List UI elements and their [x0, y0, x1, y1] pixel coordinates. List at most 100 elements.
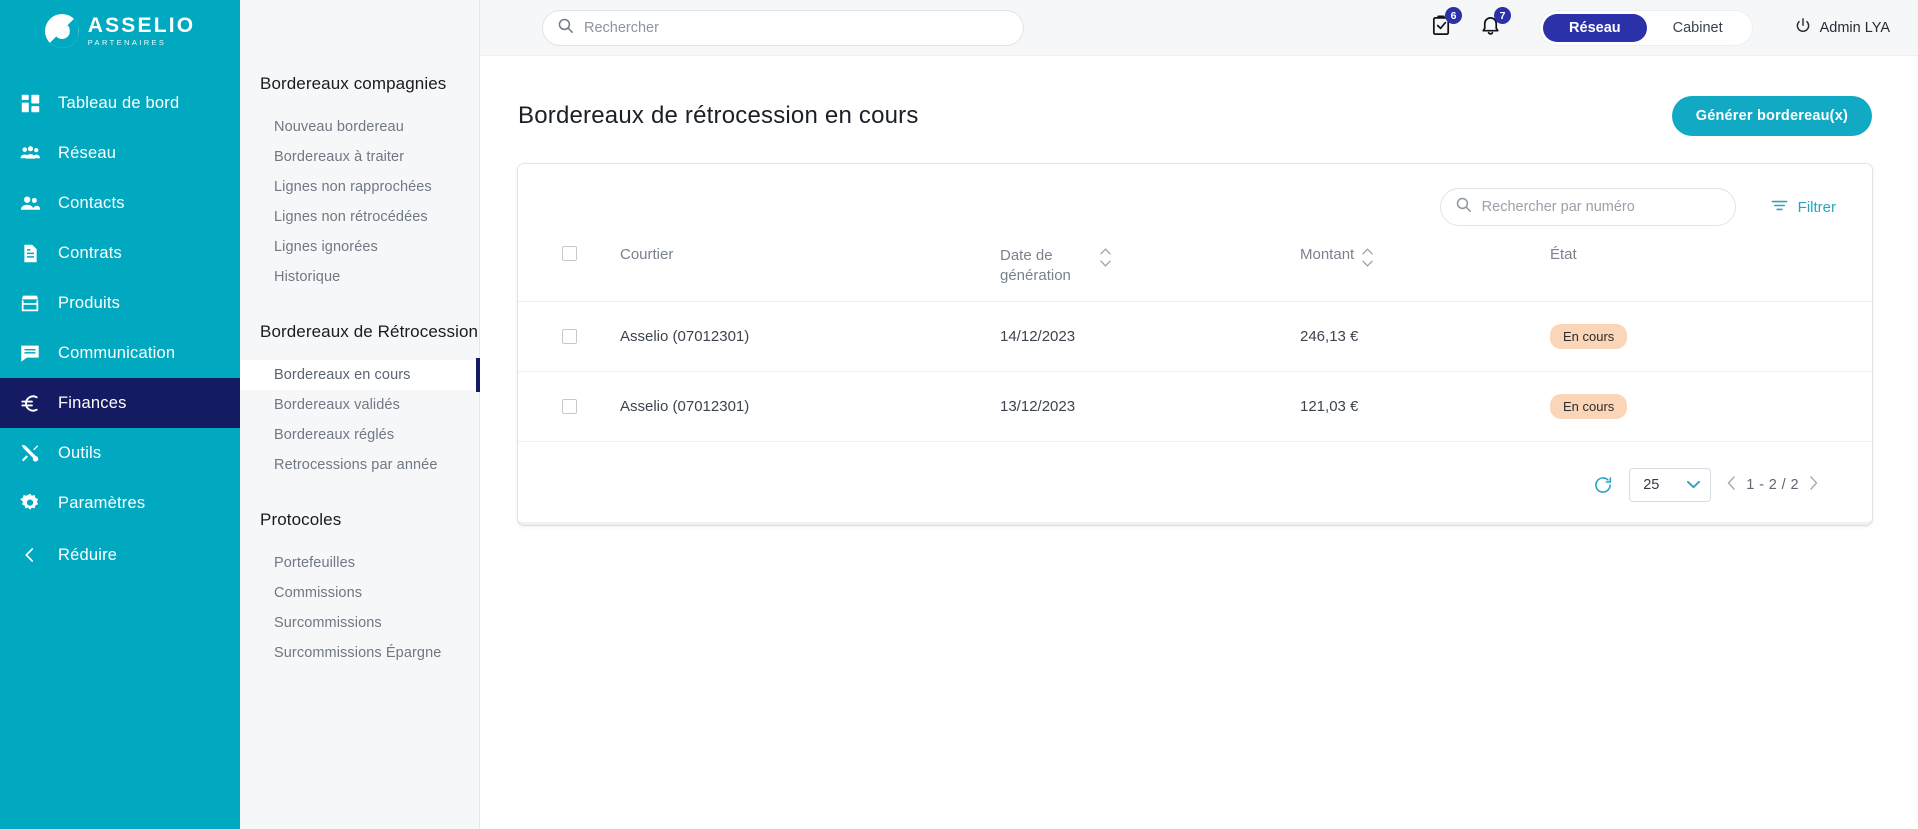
subnav-group-protocoles: Protocoles Portefeuilles Commissions Sur… [240, 510, 479, 668]
search-icon [1455, 196, 1472, 218]
notifications-badge: 7 [1494, 7, 1512, 24]
sidebar-collapse-button[interactable]: Réduire [0, 530, 240, 580]
cell-montant: 121,03 € [1300, 371, 1550, 442]
sort-desc-icon [1100, 260, 1111, 267]
sidebar-item-outils[interactable]: Outils [0, 428, 240, 478]
sidebar-item-label: Réduire [58, 545, 118, 564]
euro-icon [18, 391, 42, 415]
notifications-button[interactable]: 7 [1479, 7, 1512, 42]
sidebar-item-tableau-de-bord[interactable]: Tableau de bord [0, 78, 240, 128]
sort-arrows-date[interactable] [1100, 246, 1111, 267]
subnav-item-lignes-non-retrocedees[interactable]: Lignes non rétrocédées [240, 202, 479, 232]
global-search-box[interactable] [542, 10, 1024, 46]
table-header-row: Courtier Date de génération Montant État [518, 236, 1872, 302]
subnav-item-nouveau-bordereau[interactable]: Nouveau bordereau [240, 112, 479, 142]
sidebar-item-finances[interactable]: Finances [0, 378, 240, 428]
subnav-group-bordereaux-retrocession: Bordereaux de Rétrocession Bordereaux en… [240, 322, 480, 480]
subnav-item-portefeuilles[interactable]: Portefeuilles [240, 548, 479, 578]
brand-title: ASSELIO [87, 14, 196, 38]
sort-asc-icon [1100, 248, 1111, 255]
subnav-item-retrocessions-par-annee[interactable]: Retrocessions par année [240, 450, 479, 480]
header-montant[interactable]: Montant [1300, 236, 1550, 302]
subnav-item-historique[interactable]: Historique [240, 262, 479, 292]
cell-date: 14/12/2023 [1000, 301, 1300, 372]
sidebar-item-label: Réseau [58, 143, 117, 162]
row-select-cell [518, 301, 620, 372]
row-checkbox[interactable] [562, 329, 577, 344]
bordereaux-table-card: Filtrer Courtier [518, 164, 1872, 525]
sidebar-item-label: Contacts [58, 193, 125, 212]
sidebar-item-reseau[interactable]: Réseau [0, 128, 240, 178]
chevron-left-icon [18, 543, 42, 567]
filter-label: Filtrer [1797, 198, 1836, 216]
refresh-button[interactable] [1593, 475, 1613, 495]
subnav-item-bordereaux-en-cours[interactable]: Bordereaux en cours [240, 358, 480, 392]
subnav-item-bordereaux-regles[interactable]: Bordereaux réglés [240, 420, 479, 450]
user-menu[interactable]: Admin LYA [1794, 17, 1890, 39]
subnav-item-lignes-non-rapprochees[interactable]: Lignes non rapprochées [240, 172, 479, 202]
tab-cabinet[interactable]: Cabinet [1647, 14, 1749, 42]
user-name: Admin LYA [1819, 20, 1890, 36]
subnav-item-surcommissions-epargne[interactable]: Surcommissions Épargne [240, 638, 479, 668]
status-badge: En cours [1550, 394, 1628, 419]
sidebar-item-contrats[interactable]: Contrats [0, 228, 240, 278]
previous-page-button[interactable] [1727, 476, 1736, 494]
page-header: Bordereaux de rétrocession en cours Géné… [480, 56, 1918, 136]
cell-etat: En cours [1550, 371, 1872, 442]
page-size-value: 25 [1643, 477, 1660, 493]
sidebar-item-parametres[interactable]: Paramètres [0, 478, 240, 528]
primary-sidebar: ASSELIO PARTENAIRES Tableau de bord Rése… [0, 0, 240, 829]
sidebar-item-contacts[interactable]: Contacts [0, 178, 240, 228]
subnav-item-commissions[interactable]: Commissions [240, 578, 479, 608]
table-search-input[interactable] [1481, 199, 1721, 215]
tasks-button[interactable]: 6 [1430, 7, 1463, 42]
row-checkbox[interactable] [562, 399, 577, 414]
brand-logo[interactable]: ASSELIO PARTENAIRES [0, 0, 240, 56]
cell-courtier: Asselio (07012301) [620, 301, 1000, 372]
header-select-all [518, 236, 620, 302]
sidebar-item-communication[interactable]: Communication [0, 328, 240, 378]
main-navigation: Tableau de bord Réseau Contacts Contrats… [0, 78, 240, 580]
header-etat: État [1550, 236, 1872, 302]
table-row[interactable]: Asselio (07012301) 14/12/2023 246,13 € E… [518, 301, 1872, 372]
filter-button[interactable]: Filtrer [1770, 196, 1836, 219]
subnav-group-title: Bordereaux compagnies [260, 74, 447, 93]
network-icon [18, 141, 42, 165]
app-root: ASSELIO PARTENAIRES Tableau de bord Rése… [0, 0, 1918, 829]
message-icon [18, 341, 42, 365]
row-select-cell [518, 371, 620, 442]
page-size-select[interactable]: 25 [1629, 468, 1712, 502]
tab-reseau[interactable]: Réseau [1543, 14, 1647, 42]
header-courtier[interactable]: Courtier [620, 236, 1000, 302]
main-content: Bordereaux de rétrocession en cours Géné… [480, 56, 1918, 829]
page-navigation: 1 - 2 / 2 [1727, 476, 1818, 494]
select-all-checkbox[interactable] [562, 246, 577, 261]
sidebar-item-produits[interactable]: Produits [0, 278, 240, 328]
subnav-item-bordereaux-valides[interactable]: Bordereaux validés [240, 390, 479, 420]
cell-montant: 246,13 € [1300, 301, 1550, 372]
subnav-item-lignes-ignorees[interactable]: Lignes ignorées [240, 232, 479, 262]
brand-subtitle: PARTENAIRES [87, 38, 167, 48]
search-input[interactable] [584, 20, 1009, 36]
sidebar-item-label: Produits [58, 293, 121, 312]
table-search-box[interactable] [1439, 188, 1736, 226]
topbar-actions: 6 7 Réseau Cabinet Admin LYA [1430, 0, 1890, 56]
filter-icon [1770, 196, 1789, 219]
sort-arrows-montant[interactable] [1362, 246, 1373, 267]
sidebar-item-label: Paramètres [58, 493, 146, 512]
subnav-item-surcommissions[interactable]: Surcommissions [240, 608, 479, 638]
cell-etat: En cours [1550, 301, 1872, 372]
clipboard-check-icon [1430, 15, 1453, 41]
subnav-item-bordereaux-a-traiter[interactable]: Bordereaux à traiter [240, 142, 479, 172]
asselio-logo-icon [44, 14, 79, 48]
table-toolbar: Filtrer [518, 164, 1872, 236]
contacts-icon [18, 191, 42, 215]
sidebar-item-label: Outils [58, 443, 102, 462]
power-icon [1794, 17, 1812, 39]
generate-bordereau-button[interactable]: Générer bordereau(x) [1671, 96, 1872, 136]
search-icon [557, 17, 574, 39]
next-page-button[interactable] [1809, 476, 1818, 494]
header-date-generation[interactable]: Date de génération [1000, 236, 1300, 302]
table-row[interactable]: Asselio (07012301) 13/12/2023 121,03 € E… [518, 371, 1872, 442]
bell-icon [1479, 16, 1502, 41]
